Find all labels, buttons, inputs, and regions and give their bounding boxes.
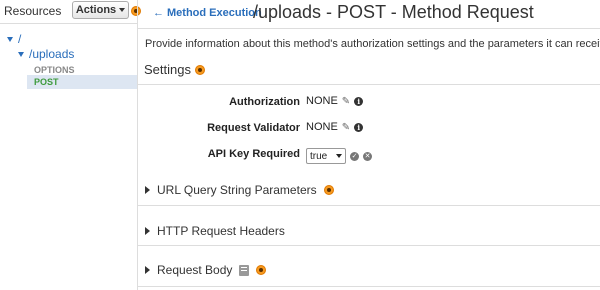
caret-right-icon: [145, 266, 150, 274]
section-label: Request Body: [157, 263, 233, 277]
divider: [138, 205, 600, 206]
method-options[interactable]: OPTIONS: [34, 65, 75, 75]
check-icon[interactable]: ✓: [350, 151, 359, 161]
request-validator-value: NONE ✎ i: [306, 121, 364, 133]
highlight-dot-icon: [323, 185, 334, 195]
divider: [138, 286, 600, 287]
tree-item-root[interactable]: /: [7, 32, 21, 46]
back-link[interactable]: ← Method Execution: [153, 7, 262, 19]
section-http-request-headers[interactable]: HTTP Request Headers: [144, 224, 285, 238]
info-icon[interactable]: i: [354, 122, 364, 132]
chevron-down-icon: [336, 154, 342, 158]
authorization-value-text: NONE: [306, 95, 338, 107]
back-link-label: Method Execution: [167, 7, 262, 19]
actions-label: Actions: [75, 4, 117, 16]
divider: [138, 28, 600, 29]
section-request-body[interactable]: Request Body: [144, 263, 267, 277]
section-url-query-string-parameters[interactable]: URL Query String Parameters: [144, 183, 334, 197]
highlight-dot-icon: [256, 265, 267, 275]
authorization-value: NONE ✎ i: [306, 95, 364, 107]
pencil-icon[interactable]: ✎: [342, 122, 350, 133]
close-icon[interactable]: ✕: [363, 151, 372, 161]
actions-button[interactable]: Actions: [72, 1, 129, 19]
method-request-panel: ← Method Execution /uploads - POST - Met…: [138, 0, 600, 290]
request-validator-value-text: NONE: [306, 121, 338, 133]
caret-right-icon: [145, 186, 150, 194]
divider: [138, 245, 600, 246]
info-icon[interactable]: i: [354, 96, 364, 106]
section-label: URL Query String Parameters: [157, 183, 317, 197]
book-icon: [239, 264, 250, 276]
authorization-label: Authorization: [229, 96, 300, 108]
method-post[interactable]: POST: [27, 75, 137, 89]
api-key-required-value: true ✓ ✕: [306, 148, 372, 164]
page-title: /uploads - POST - Method Request: [253, 2, 534, 22]
tree-item-uploads[interactable]: /uploads: [18, 47, 74, 61]
chevron-down-icon: [119, 8, 126, 12]
section-label: HTTP Request Headers: [157, 224, 285, 238]
request-validator-label: Request Validator: [207, 122, 300, 134]
api-key-required-label: API Key Required: [207, 148, 300, 160]
resources-panel: Resources Actions / /uploads OPTIONS POS…: [0, 0, 141, 290]
resources-header: Resources Actions: [0, 0, 141, 22]
divider: [0, 23, 137, 24]
api-key-required-select[interactable]: true: [306, 148, 346, 164]
tree-item-label: /: [18, 32, 22, 46]
pencil-icon[interactable]: ✎: [342, 96, 350, 107]
resources-title: Resources: [4, 4, 62, 18]
settings-label: Settings: [144, 62, 191, 77]
caret-down-icon: [7, 36, 13, 42]
description: Provide information about this method's …: [145, 38, 600, 50]
highlight-dot-icon: [194, 64, 205, 75]
arrow-left-icon: ←: [153, 7, 164, 19]
divider: [138, 84, 600, 85]
settings-heading: Settings: [144, 62, 205, 77]
caret-down-icon: [18, 51, 24, 57]
tree-item-label: /uploads: [29, 47, 75, 61]
select-value: true: [310, 150, 328, 162]
caret-right-icon: [145, 227, 150, 235]
